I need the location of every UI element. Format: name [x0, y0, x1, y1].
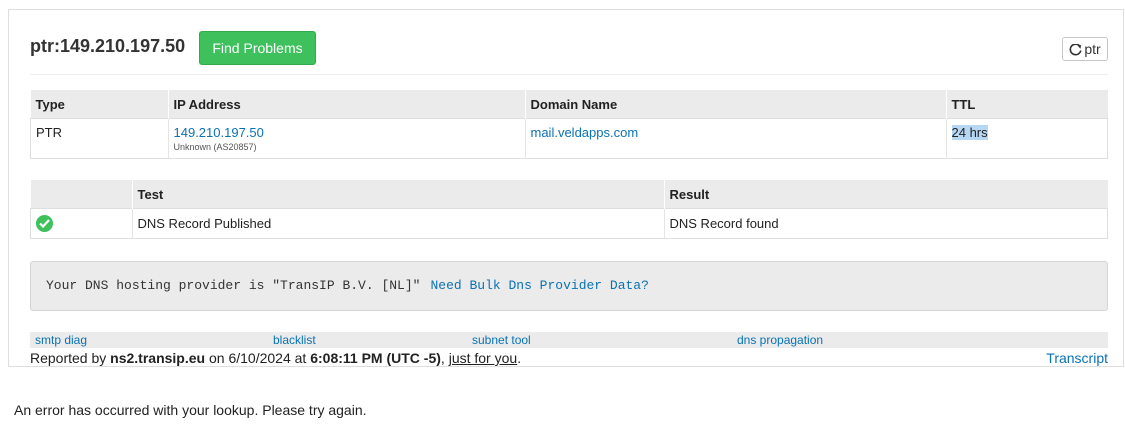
- blacklist-link[interactable]: blacklist: [273, 332, 316, 348]
- refresh-ptr-label: ptr: [1084, 41, 1101, 57]
- record-ip-cell: 149.210.197.50 Unknown (AS20857): [167, 118, 525, 159]
- reported-by-label: Reported by: [30, 350, 111, 366]
- test-results-table: Test Result DNS Record Published DNS Rec…: [30, 180, 1108, 239]
- ttl-value: 24 hrs: [951, 125, 988, 140]
- ip-address-link[interactable]: 149.210.197.50: [174, 125, 264, 140]
- tool-links-bar: smtp diag blacklist subnet tool dns prop…: [30, 332, 1108, 348]
- table-header-row: Test Result: [30, 180, 1108, 209]
- header-divider: [30, 74, 1108, 75]
- period: .: [517, 350, 522, 366]
- find-problems-button[interactable]: Find Problems: [199, 31, 316, 65]
- reporting-server: ns2.transip.eu: [110, 350, 206, 366]
- asn-note: Unknown (AS20857): [173, 142, 257, 152]
- refresh-ptr-button[interactable]: ptr: [1062, 37, 1108, 61]
- table-row: DNS Record Published DNS Record found: [30, 208, 1108, 239]
- dns-provider-text: Your DNS hosting provider is "TransIP B.…: [46, 278, 421, 293]
- column-header-status: [30, 180, 132, 209]
- dns-provider-box: Your DNS hosting provider is "TransIP B.…: [30, 261, 1108, 311]
- column-header-test: Test: [131, 180, 664, 209]
- column-header-result: Result: [663, 180, 1108, 209]
- on-label: on: [205, 350, 229, 366]
- refresh-icon: [1069, 43, 1082, 56]
- status-cell: [30, 208, 132, 239]
- column-header-ip: IP Address: [167, 90, 525, 119]
- error-message: An error has occurred with your lookup. …: [14, 402, 367, 418]
- check-circle-icon: [36, 215, 53, 233]
- record-type: PTR: [30, 118, 168, 159]
- at-label: at: [290, 350, 311, 366]
- subnet-tool-link[interactable]: subnet tool: [472, 332, 531, 348]
- result-panel: ptr:149.210.197.50 Find Problems ptr Typ…: [8, 9, 1124, 367]
- report-time: 6:08:11 PM (UTC -5): [310, 350, 441, 366]
- table-header-row: Type IP Address Domain Name TTL: [30, 90, 1108, 119]
- record-domain-cell: mail.veldapps.com: [524, 118, 946, 159]
- transcript-link[interactable]: Transcript: [1046, 350, 1108, 366]
- test-name: DNS Record Published: [131, 208, 664, 239]
- records-table: Type IP Address Domain Name TTL PTR 149.…: [30, 90, 1108, 159]
- record-ttl-cell: 24 hrs: [945, 118, 1108, 159]
- column-header-ttl: TTL: [945, 90, 1108, 119]
- page-title: ptr:149.210.197.50: [30, 36, 186, 56]
- report-footer: Reported by ns2.transip.eu on 6/10/2024 …: [30, 350, 1108, 366]
- column-header-domain: Domain Name: [524, 90, 946, 119]
- table-row: PTR 149.210.197.50 Unknown (AS20857) mai…: [30, 118, 1108, 159]
- bulk-dns-provider-link[interactable]: Need Bulk Dns Provider Data?: [430, 278, 648, 293]
- test-result: DNS Record found: [663, 208, 1108, 239]
- domain-name-link[interactable]: mail.veldapps.com: [531, 125, 639, 140]
- column-header-type: Type: [30, 90, 168, 119]
- dns-propagation-link[interactable]: dns propagation: [737, 332, 823, 348]
- report-date: 6/10/2024: [228, 350, 291, 366]
- smtp-diag-link[interactable]: smtp diag: [35, 332, 87, 348]
- comma: ,: [440, 350, 449, 366]
- just-for-you-link[interactable]: just for you: [449, 350, 517, 366]
